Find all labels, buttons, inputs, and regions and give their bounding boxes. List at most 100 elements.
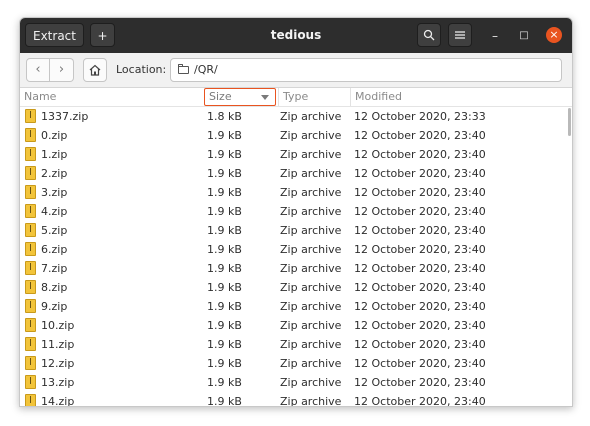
file-row[interactable]: 10.zip 1.9 kB Zip archive 12 October 2020, … bbox=[20, 316, 572, 335]
file-row[interactable]: 8.zip 1.9 kB Zip archive 12 October 2020, 2… bbox=[20, 278, 572, 297]
zip-archive-icon bbox=[25, 318, 36, 332]
column-header-modified[interactable]: Modified bbox=[350, 88, 402, 106]
vertical-scrollbar[interactable] bbox=[568, 108, 571, 136]
add-files-button[interactable]: + bbox=[90, 23, 115, 47]
search-button[interactable] bbox=[417, 23, 441, 47]
file-modified: 12 October 2020, 23:40 bbox=[354, 395, 486, 406]
hamburger-menu-icon bbox=[455, 31, 465, 39]
file-name: 4.zip bbox=[41, 205, 68, 218]
zip-archive-icon bbox=[25, 299, 36, 313]
file-type: Zip archive bbox=[280, 224, 342, 237]
file-type: Zip archive bbox=[280, 148, 342, 161]
file-modified: 12 October 2020, 23:40 bbox=[354, 262, 486, 275]
file-name: 2.zip bbox=[41, 167, 68, 180]
archive-manager-window: Extract + tedious – □ × ‹ › Location: /Q… bbox=[19, 17, 573, 407]
zip-archive-icon bbox=[25, 204, 36, 218]
file-name: 12.zip bbox=[41, 357, 75, 370]
file-size: 1.9 kB bbox=[207, 262, 242, 275]
file-type: Zip archive bbox=[280, 243, 342, 256]
close-button[interactable]: × bbox=[546, 27, 562, 43]
file-name: 1.zip bbox=[41, 148, 68, 161]
file-name: 8.zip bbox=[41, 281, 68, 294]
file-row[interactable]: 13.zip 1.9 kB Zip archive 12 October 2020, … bbox=[20, 373, 572, 392]
zip-archive-icon bbox=[25, 394, 36, 406]
zip-archive-icon bbox=[25, 166, 36, 180]
file-size: 1.9 kB bbox=[207, 281, 242, 294]
file-size: 1.9 kB bbox=[207, 338, 242, 351]
zip-archive-icon bbox=[25, 128, 36, 142]
file-name: 11.zip bbox=[41, 338, 75, 351]
minimize-button[interactable]: – bbox=[488, 29, 502, 43]
maximize-button[interactable]: □ bbox=[517, 29, 531, 43]
file-row[interactable]: 1337.zip 1.8 kB Zip archive 12 October 2020… bbox=[20, 107, 572, 126]
column-header-type[interactable]: Type bbox=[278, 88, 308, 106]
file-name: 7.zip bbox=[41, 262, 68, 275]
zip-archive-icon bbox=[25, 261, 36, 275]
zip-archive-icon bbox=[25, 242, 36, 256]
forward-button[interactable]: › bbox=[50, 58, 74, 82]
zip-archive-icon bbox=[25, 147, 36, 161]
zip-archive-icon bbox=[25, 375, 36, 389]
file-modified: 12 October 2020, 23:40 bbox=[354, 376, 486, 389]
file-size: 1.9 kB bbox=[207, 148, 242, 161]
file-modified: 12 October 2020, 23:40 bbox=[354, 243, 486, 256]
file-type: Zip archive bbox=[280, 376, 342, 389]
extract-button[interactable]: Extract bbox=[25, 23, 84, 47]
file-size: 1.9 kB bbox=[207, 205, 242, 218]
file-type: Zip archive bbox=[280, 281, 342, 294]
file-list: 1337.zip 1.8 kB Zip archive 12 October 2020… bbox=[20, 107, 572, 406]
column-header-row: Name Size Type Modified bbox=[20, 88, 572, 107]
zip-archive-icon bbox=[25, 337, 36, 351]
file-type: Zip archive bbox=[280, 167, 342, 180]
sort-descending-icon bbox=[261, 95, 269, 100]
file-modified: 12 October 2020, 23:40 bbox=[354, 224, 486, 237]
file-type: Zip archive bbox=[280, 186, 342, 199]
file-row[interactable]: 9.zip 1.9 kB Zip archive 12 October 2020, 2… bbox=[20, 297, 572, 316]
file-name: 1337.zip bbox=[41, 110, 89, 123]
header-bar: Extract + tedious – □ × bbox=[20, 18, 572, 53]
location-field[interactable]: /QR/ bbox=[170, 58, 562, 82]
column-header-size[interactable]: Size bbox=[204, 88, 276, 106]
search-icon bbox=[423, 29, 435, 41]
file-row[interactable]: 11.zip 1.9 kB Zip archive 12 October 2020, … bbox=[20, 335, 572, 354]
location-toolbar: ‹ › Location: /QR/ bbox=[20, 53, 572, 88]
file-size: 1.9 kB bbox=[207, 376, 242, 389]
file-row[interactable]: 1.zip 1.9 kB Zip archive 12 October 2020, 2… bbox=[20, 145, 572, 164]
file-size: 1.9 kB bbox=[207, 129, 242, 142]
file-size: 1.9 kB bbox=[207, 395, 242, 406]
location-label: Location: bbox=[116, 63, 167, 76]
file-row[interactable]: 2.zip 1.9 kB Zip archive 12 October 2020, 2… bbox=[20, 164, 572, 183]
zip-archive-icon bbox=[25, 280, 36, 294]
file-size: 1.8 kB bbox=[207, 110, 242, 123]
file-type: Zip archive bbox=[280, 357, 342, 370]
file-row[interactable]: 7.zip 1.9 kB Zip archive 12 October 2020, 2… bbox=[20, 259, 572, 278]
file-type: Zip archive bbox=[280, 262, 342, 275]
menu-button[interactable] bbox=[448, 23, 472, 47]
file-row[interactable]: 5.zip 1.9 kB Zip archive 12 October 2020, 2… bbox=[20, 221, 572, 240]
file-row[interactable]: 0.zip 1.9 kB Zip archive 12 October 2020, 2… bbox=[20, 126, 572, 145]
file-type: Zip archive bbox=[280, 300, 342, 313]
file-modified: 12 October 2020, 23:40 bbox=[354, 338, 486, 351]
file-type: Zip archive bbox=[280, 205, 342, 218]
file-modified: 12 October 2020, 23:40 bbox=[354, 186, 486, 199]
file-name: 0.zip bbox=[41, 129, 68, 142]
home-button[interactable] bbox=[83, 58, 107, 82]
column-header-size-label: Size bbox=[209, 90, 232, 103]
file-modified: 12 October 2020, 23:40 bbox=[354, 281, 486, 294]
file-modified: 12 October 2020, 23:40 bbox=[354, 205, 486, 218]
zip-archive-icon bbox=[25, 356, 36, 370]
file-size: 1.9 kB bbox=[207, 319, 242, 332]
file-modified: 12 October 2020, 23:40 bbox=[354, 167, 486, 180]
file-row[interactable]: 12.zip 1.9 kB Zip archive 12 October 2020, … bbox=[20, 354, 572, 373]
file-row[interactable]: 4.zip 1.9 kB Zip archive 12 October 2020, 2… bbox=[20, 202, 572, 221]
file-row[interactable]: 14.zip 1.9 kB Zip archive 12 October 2020, … bbox=[20, 392, 572, 406]
column-header-name[interactable]: Name bbox=[24, 88, 56, 106]
zip-archive-icon bbox=[25, 223, 36, 237]
folder-icon bbox=[178, 64, 189, 74]
back-button[interactable]: ‹ bbox=[26, 58, 50, 82]
file-name: 6.zip bbox=[41, 243, 68, 256]
file-row[interactable]: 3.zip 1.9 kB Zip archive 12 October 2020, 2… bbox=[20, 183, 572, 202]
file-modified: 12 October 2020, 23:33 bbox=[354, 110, 486, 123]
file-row[interactable]: 6.zip 1.9 kB Zip archive 12 October 2020, 2… bbox=[20, 240, 572, 259]
file-name: 5.zip bbox=[41, 224, 68, 237]
